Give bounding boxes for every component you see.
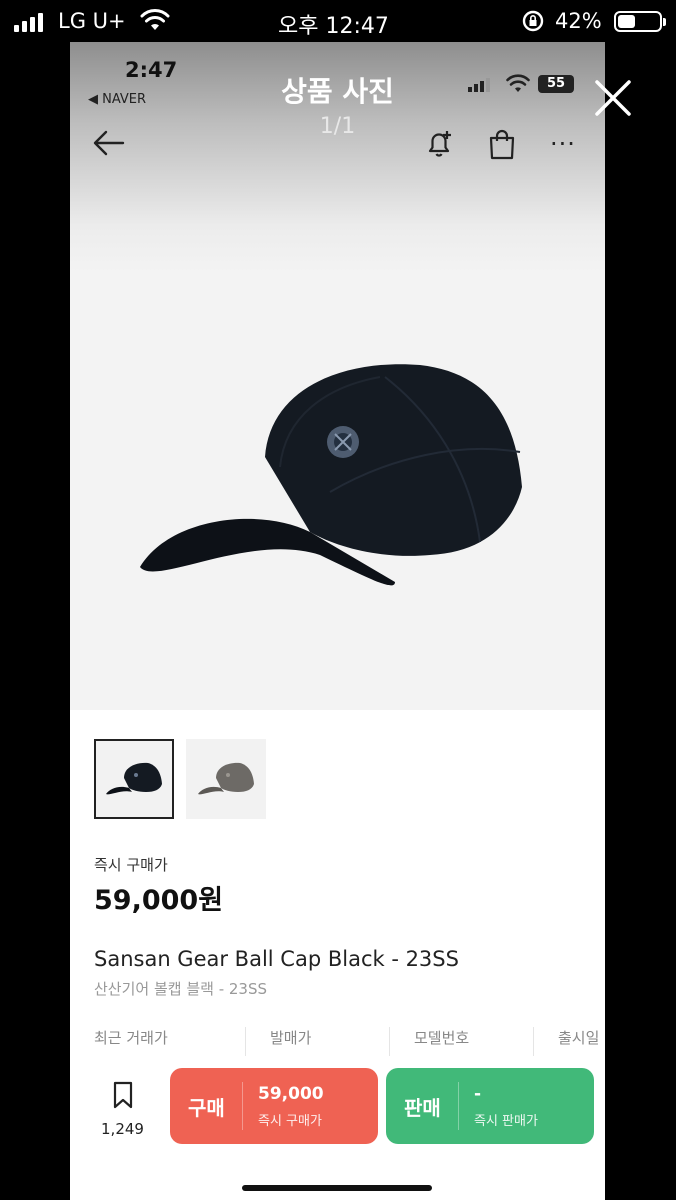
product-hero-image [70,272,605,710]
release-price-label: 발매가 [246,1027,390,1057]
product-photo-viewer: 2:47 ◀ NAVER 55 상품 사진 1/1 ··· 즉시 구매가 59,… [70,42,605,1200]
instant-price-label: 즉시 구매가 [94,856,168,874]
home-indicator[interactable] [242,1185,432,1191]
purchase-bar: 1,249 구매 59,000 즉시 구매가 판매 - 즉시 판매가 [70,1056,605,1200]
battery-icon [614,11,666,32]
sell-label: 판매 [404,1096,441,1120]
close-icon[interactable] [593,78,633,118]
wifi-icon [140,9,170,30]
product-name-kr: 산산기어 볼캡 블랙 - 23SS [94,980,268,998]
carrier-name: LG U+ [58,9,126,33]
shopping-bag-icon[interactable] [486,128,518,162]
thumbnail-black-cap[interactable] [94,739,174,819]
status-bar: LG U+ 오후 12:47 42% [0,0,676,44]
buy-button[interactable]: 구매 59,000 즉시 구매가 [170,1068,378,1144]
product-name-en: Sansan Gear Ball Cap Black - 23SS [94,947,459,971]
status-time: 오후 12:47 [278,14,389,39]
back-arrow-icon[interactable] [92,128,126,158]
model-number-label: 모델번호 [390,1027,534,1057]
ball-cap-thumbnail-icon [198,762,254,795]
photo-counter: 1/1 [319,114,356,139]
more-icon[interactable]: ··· [550,130,576,158]
bell-plus-icon[interactable] [422,127,456,161]
viewer-title: 상품 사진 [281,75,394,108]
product-info-row: 최근 거래가 발매가 모델번호 출시일 [70,1027,605,1057]
buy-divider [242,1082,243,1130]
sell-divider [458,1082,459,1130]
buy-sub-label: 즉시 구매가 [258,1114,322,1129]
rotation-lock-icon [522,10,544,32]
bookmark-icon [113,1081,132,1109]
wishlist-count: 1,249 [101,1120,144,1138]
buy-label: 구매 [188,1096,225,1120]
product-price: 59,000원 [94,885,224,916]
battery-percent: 42% [555,9,602,33]
thumbnail-strip [94,739,266,819]
release-date-label: 출시일 [558,1029,600,1047]
buy-price: 59,000 [258,1084,324,1104]
ball-cap-thumbnail-icon [106,762,162,795]
sell-sub-label: 즉시 판매가 [474,1114,538,1129]
recent-trade-label: 최근 거래가 [70,1027,246,1057]
ball-cap-image [140,364,522,586]
sell-price: - [474,1084,482,1104]
sell-button[interactable]: 판매 - 즉시 판매가 [386,1068,594,1144]
thumbnail-grey-cap[interactable] [186,739,266,819]
wishlist-button[interactable]: 1,249 [95,1080,150,1138]
cellular-signal-icon [14,12,43,32]
